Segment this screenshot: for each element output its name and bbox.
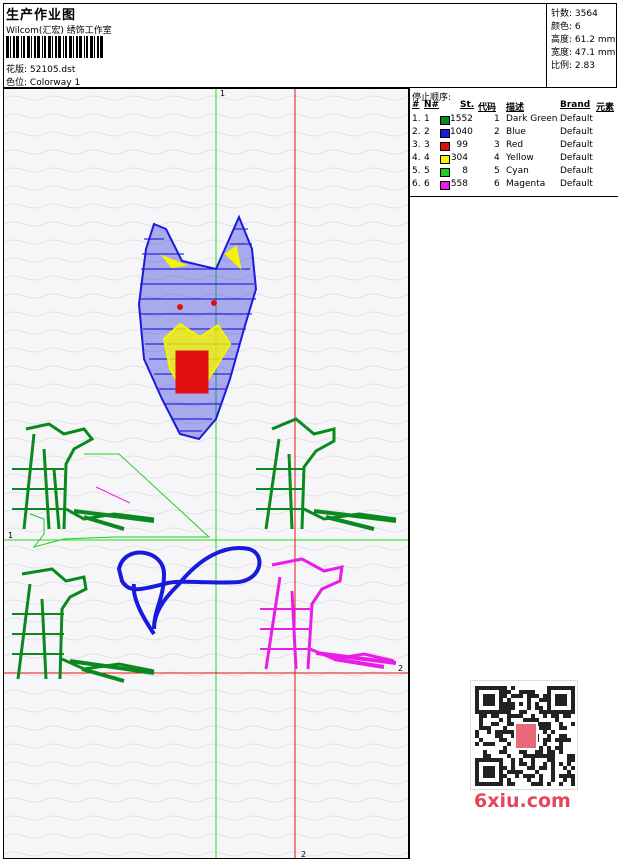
stop-table-row[interactable]: 1. 1 1552 1 Dark Green Default — [410, 114, 618, 127]
stop-table-row[interactable]: 4. 4 304 4 Yellow Default — [410, 153, 618, 166]
stat-colors-label: 颜色: — [551, 22, 573, 32]
color-swatch — [440, 129, 450, 138]
row-brand: Default — [560, 114, 593, 124]
color-swatch — [440, 116, 450, 125]
stat-width-label: 宽度: — [551, 48, 573, 58]
row-code: 1 — [494, 114, 500, 124]
row-stitches: 1552 — [450, 114, 473, 124]
row-brand: Default — [560, 140, 593, 150]
stat-stitches-label: 针数: — [551, 9, 573, 19]
stat-scale-value: 2.83 — [574, 61, 595, 71]
colorway-row: 色位: Colorway 1 — [6, 75, 80, 88]
design-file-label: 花版: — [6, 65, 28, 75]
row-stitches: 99 — [456, 140, 468, 150]
stat-stitches: 针数: 3564 — [551, 6, 598, 19]
stat-width-value: 47.1 mm — [574, 48, 616, 58]
stop-table-row[interactable]: 5. 5 8 5 Cyan Default — [410, 166, 618, 179]
row-brand: Default — [560, 179, 593, 189]
col-brand: Brand — [560, 100, 591, 110]
row-index: 4. — [412, 153, 421, 163]
design-file-row: 花版: 52105.dst — [6, 62, 75, 75]
row-brand: Default — [560, 153, 593, 163]
row-index: 2. — [412, 127, 421, 137]
colorway-label: 色位: — [6, 78, 28, 88]
col-st: St. — [460, 100, 475, 110]
color-swatch — [440, 168, 450, 177]
row-brand: Default — [560, 127, 593, 137]
col-element: 元素 — [596, 103, 615, 113]
stat-height-label: 高度: — [551, 35, 573, 45]
company-name: Wilcom(汇宏) 绣饰工作室 — [6, 26, 112, 36]
color-swatch — [440, 155, 450, 164]
row-code: 5 — [494, 166, 500, 176]
marker-right: 2 — [398, 664, 403, 673]
row-index: 3. — [412, 140, 421, 150]
row-n: 5 — [424, 166, 430, 176]
stop-table-row[interactable]: 3. 3 99 3 Red Default — [410, 140, 618, 153]
col-hash: # — [412, 100, 420, 110]
color-swatch — [440, 142, 450, 151]
col-code: 代码 — [478, 103, 497, 113]
marker-top: 1 — [220, 89, 225, 98]
design-canvas[interactable]: 1 2 1 2 — [3, 88, 409, 859]
row-n: 3 — [424, 140, 430, 150]
row-code: 4 — [494, 153, 500, 163]
stat-width: 宽度: 47.1 mm — [551, 45, 615, 58]
marker-left: 1 — [8, 531, 13, 540]
stat-height-value: 61.2 mm — [574, 35, 616, 45]
stat-scale: 比例: 2.83 — [551, 58, 595, 71]
watermark-site: 6xiu.com — [474, 790, 571, 812]
row-index: 5. — [412, 166, 421, 176]
row-index: 6. — [412, 179, 421, 189]
barcode-icon — [6, 36, 103, 58]
row-n: 1 — [424, 114, 430, 124]
row-code: 2 — [494, 127, 500, 137]
stop-table-row[interactable]: 6. 6 558 6 Magenta Default — [410, 179, 618, 192]
row-desc: Blue — [506, 127, 526, 137]
row-stitches: 558 — [450, 179, 468, 189]
row-n: 6 — [424, 179, 430, 189]
row-stitches: 1040 — [450, 127, 473, 137]
col-n: N# — [424, 100, 440, 110]
marker-bottom: 2 — [301, 850, 306, 859]
stat-stitches-value: 3564 — [574, 9, 598, 19]
row-desc: Dark Green — [506, 114, 558, 124]
qr-code-icon — [470, 680, 578, 790]
row-desc: Cyan — [506, 166, 529, 176]
row-n: 4 — [424, 153, 430, 163]
row-desc: Red — [506, 140, 524, 150]
stat-height: 高度: 61.2 mm — [551, 32, 615, 45]
row-desc: Yellow — [506, 153, 534, 163]
colorway-value: Colorway 1 — [29, 78, 81, 88]
stat-scale-label: 比例: — [551, 61, 573, 71]
row-stitches: 8 — [462, 166, 468, 176]
page-title: 生产作业图 — [6, 8, 77, 23]
row-n: 2 — [424, 127, 430, 137]
row-stitches: 304 — [450, 153, 468, 163]
row-desc: Magenta — [506, 179, 546, 189]
stop-table-header: # N# St. 代码 描述 Brand 元素 — [410, 100, 618, 113]
stats-panel: 针数: 3564 颜色: 6 高度: 61.2 mm 宽度: 47.1 mm 比… — [546, 3, 617, 88]
stat-colors: 颜色: 6 — [551, 19, 581, 32]
row-code: 3 — [494, 140, 500, 150]
row-index: 1. — [412, 114, 421, 124]
row-code: 6 — [494, 179, 500, 189]
col-desc: 描述 — [506, 103, 525, 113]
stat-colors-value: 6 — [574, 22, 581, 32]
table-divider — [410, 196, 618, 197]
color-swatch — [440, 181, 450, 190]
embroidery-preview: 1 2 1 2 — [4, 89, 408, 859]
stop-table-row[interactable]: 2. 2 1040 2 Blue Default — [410, 127, 618, 140]
design-file-value: 52105.dst — [29, 65, 76, 75]
row-brand: Default — [560, 166, 593, 176]
